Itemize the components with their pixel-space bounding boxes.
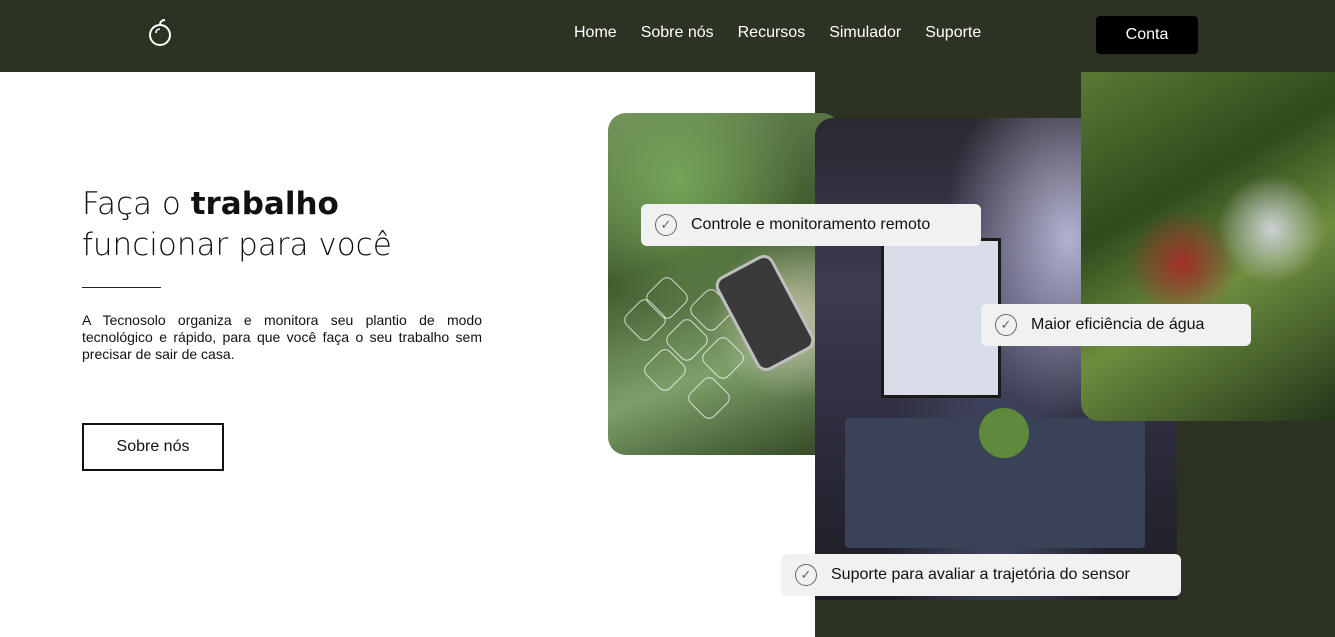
hex-ph2-icon <box>684 373 734 423</box>
photo-tablet-field <box>1081 72 1335 421</box>
nav-suporte[interactable]: Suporte <box>925 24 981 42</box>
feature-label: Suporte para avaliar a trajetória do sen… <box>831 566 1130 583</box>
feature-badge: ✓ Suporte para avaliar a trajetória do s… <box>781 554 1181 596</box>
feature-badge: ✓ Controle e monitoramento remoto <box>641 204 981 246</box>
feature-badge: ✓ Maior eficiência de água <box>981 304 1251 346</box>
check-circle-icon: ✓ <box>655 214 677 236</box>
check-circle-icon: ✓ <box>795 564 817 586</box>
headline-part1: Faça o <box>82 186 191 222</box>
main-nav: Home Sobre nós Recursos Simulador Suport… <box>574 24 1005 42</box>
headline-line2: funcionar para você <box>82 227 392 263</box>
check-circle-icon: ✓ <box>995 314 1017 336</box>
nav-simulador[interactable]: Simulador <box>829 24 901 42</box>
about-button[interactable]: Sobre nós <box>82 423 224 471</box>
headline-divider <box>82 287 161 288</box>
hero-headline: Faça o trabalho funcionar para você <box>82 184 392 266</box>
feature-label: Maior eficiência de água <box>1031 316 1205 333</box>
nav-home[interactable]: Home <box>574 24 617 42</box>
nav-sobre-nos[interactable]: Sobre nós <box>641 24 714 42</box>
top-navbar: Home Sobre nós Recursos Simulador Suport… <box>0 0 1335 72</box>
nav-recursos[interactable]: Recursos <box>738 24 806 42</box>
feature-label: Controle e monitoramento remoto <box>691 216 931 233</box>
account-button[interactable]: Conta <box>1096 16 1198 54</box>
table-plant <box>979 408 1029 458</box>
apple-leaf-icon[interactable] <box>146 18 174 48</box>
photo-phone-plants <box>608 113 840 455</box>
hero-description: A Tecnosolo organiza e monitora seu plan… <box>82 312 482 362</box>
headline-bold: trabalho <box>190 186 339 222</box>
